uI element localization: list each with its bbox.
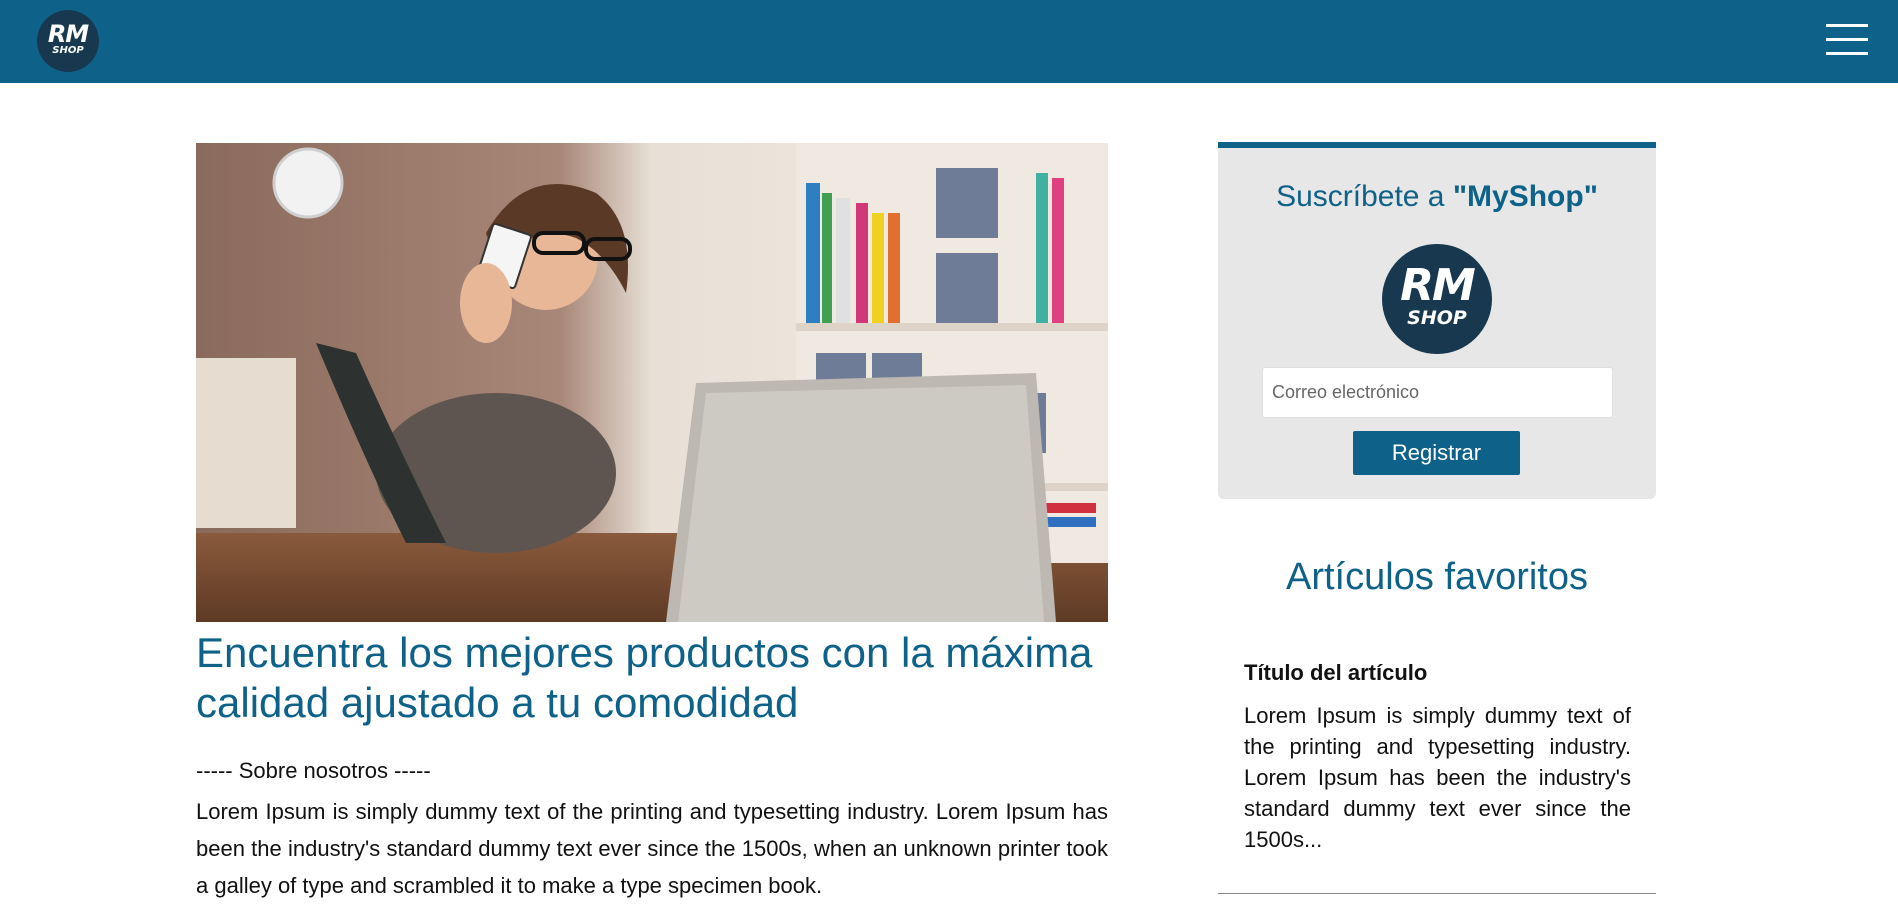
favorites-title: Artículos favoritos	[1286, 556, 1588, 598]
subscribe-title: Suscríbete a "MyShop"	[1218, 180, 1656, 214]
logo-rm-text: RM	[47, 20, 89, 48]
menu-bar	[1826, 38, 1868, 41]
hero-image	[196, 143, 1108, 622]
about-us-heading: ----- Sobre nosotros -----	[196, 758, 431, 783]
subscribe-title-prefix: Suscríbete a	[1276, 180, 1453, 213]
top-navbar: RM SHOP	[0, 0, 1898, 83]
menu-bar	[1826, 24, 1868, 27]
register-button[interactable]: Registrar	[1353, 431, 1520, 475]
logo-shop-text: SHOP	[52, 45, 84, 56]
subscribe-panel: Suscríbete a "MyShop" RM SHOP Registrar	[1218, 142, 1656, 499]
article-title[interactable]: Título del artículo	[1244, 660, 1427, 686]
email-field[interactable]	[1262, 367, 1613, 418]
about-us-text: Lorem Ipsum is simply dummy text of the …	[196, 799, 1108, 898]
rm-shop-logo-large: RM SHOP	[1382, 244, 1492, 354]
rm-shop-logo[interactable]: RM SHOP	[37, 10, 99, 72]
hamburger-menu-icon[interactable]	[1826, 22, 1868, 58]
hero-photo	[196, 143, 1108, 622]
logo-shop-text: SHOP	[1407, 307, 1467, 329]
article-excerpt: Lorem Ipsum is simply dummy text of the …	[1244, 703, 1631, 852]
page-headline: Encuentra los mejores productos con la m…	[196, 629, 1093, 726]
article-divider	[1218, 893, 1656, 894]
subscribe-title-brand: "MyShop"	[1452, 180, 1598, 213]
logo-rm-text: RM	[1400, 260, 1476, 311]
menu-bar	[1826, 52, 1868, 55]
